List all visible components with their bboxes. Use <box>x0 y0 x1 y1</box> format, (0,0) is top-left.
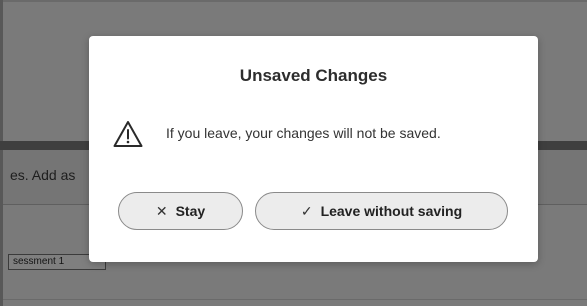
stay-button-label: Stay <box>175 203 206 219</box>
unsaved-changes-dialog: Unsaved Changes If you leave, your chang… <box>89 36 538 262</box>
leave-button-label: Leave without saving <box>320 203 463 219</box>
warning-icon <box>113 121 143 147</box>
stay-button[interactable]: ✕ Stay <box>118 192 243 230</box>
dialog-title: Unsaved Changes <box>239 66 388 85</box>
close-icon: ✕ <box>155 202 168 219</box>
backdrop-bottom-divider <box>3 299 587 300</box>
dialog-message: If you leave, your changes will not be s… <box>166 125 441 141</box>
check-icon: ✓ <box>300 202 313 219</box>
backdrop-instruction-text: es. Add as <box>10 167 76 183</box>
backdrop-assessment-value: sessment 1 <box>13 256 65 267</box>
leave-without-saving-button[interactable]: ✓ Leave without saving <box>255 192 508 230</box>
backdrop-top-border <box>0 0 587 2</box>
